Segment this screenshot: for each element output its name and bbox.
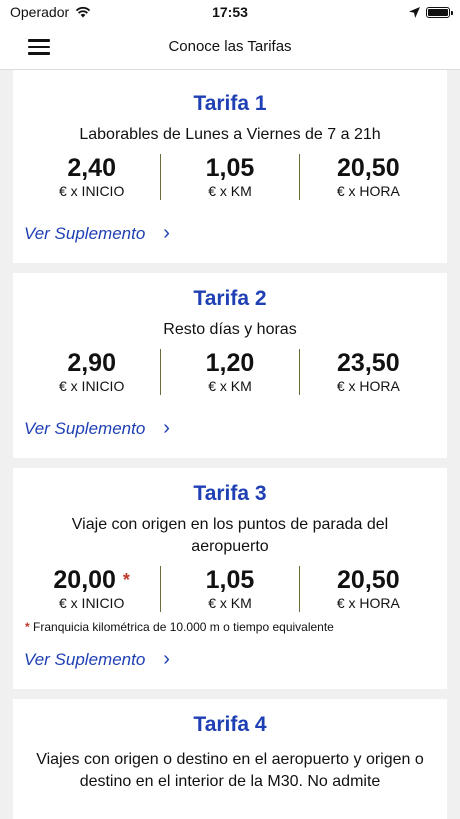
price-unit: € x INICIO: [58, 183, 125, 199]
chevron-right-icon: ›: [163, 648, 170, 670]
price-value-row: 20,00 *: [53, 566, 130, 594]
status-left: Operador: [10, 4, 91, 20]
menu-icon[interactable]: [28, 39, 50, 55]
carrier-label: Operador: [10, 4, 70, 20]
tarifa-card-1: Tarifa 1 Laborables de Lunes a Viernes d…: [13, 70, 447, 263]
ver-suplemento-label: Ver Suplemento: [24, 223, 146, 243]
ver-suplemento-link[interactable]: Ver Suplemento ›: [23, 200, 437, 263]
ver-suplemento-link[interactable]: Ver Suplemento ›: [23, 634, 437, 689]
tarifa-card-2: Tarifa 2 Resto días y horas 2,90 € x INI…: [13, 273, 447, 458]
price-unit: € x INICIO: [58, 595, 125, 611]
tarifa-title: Tarifa 3: [193, 482, 267, 505]
price-value: 20,00: [53, 566, 116, 594]
ver-suplemento-label: Ver Suplemento: [24, 418, 146, 438]
price-row: 2,40 € x INICIO 1,05 € x KM 20,50 € x HO…: [23, 154, 437, 200]
price-hora: 20,50 € x HORA: [298, 566, 437, 612]
battery-icon: [426, 6, 453, 18]
asterisk-marker: *: [122, 570, 130, 590]
note-text: Franquicia kilométrica de 10.000 m o tie…: [33, 620, 334, 634]
status-right: [409, 6, 453, 18]
ver-suplemento-link[interactable]: Ver Suplemento ›: [23, 395, 437, 458]
price-unit: € x HORA: [336, 378, 400, 394]
note-asterisk: *: [25, 620, 30, 634]
tarifa-subtitle: Viaje con origen en los puntos de parada…: [71, 516, 389, 555]
nav-bar: Conoce las Tarifas: [0, 24, 460, 70]
price-inicio: 20,00 * € x INICIO: [23, 566, 160, 612]
chevron-right-icon: ›: [163, 222, 170, 244]
price-value: 2,90: [67, 349, 116, 377]
price-value: 20,50: [337, 566, 400, 594]
status-bar: Operador 17:53: [0, 0, 460, 24]
price-inicio: 2,40 € x INICIO: [23, 154, 160, 200]
chevron-right-icon: ›: [163, 417, 170, 439]
price-unit: € x HORA: [336, 183, 400, 199]
price-km: 1,05 € x KM: [160, 566, 298, 612]
price-value: 1,05: [205, 154, 255, 182]
tarifa-title: Tarifa 1: [193, 92, 267, 115]
location-arrow-icon: [409, 6, 420, 18]
tarifa-subtitle: Viajes con origen o destino en el aeropu…: [36, 751, 424, 790]
price-unit: € x KM: [208, 183, 252, 199]
wifi-icon: [76, 6, 91, 18]
price-km: 1,05 € x KM: [160, 154, 298, 200]
price-inicio: 2,90 € x INICIO: [23, 349, 160, 395]
price-value: 23,50: [337, 349, 400, 377]
price-km: 1,20 € x KM: [160, 349, 298, 395]
tarifa-title: Tarifa 4: [193, 713, 267, 736]
tarifa-title: Tarifa 2: [193, 287, 267, 310]
price-unit: € x KM: [208, 378, 252, 394]
price-value: 20,50: [337, 154, 400, 182]
tarifa-subtitle: Laborables de Lunes a Viernes de 7 a 21h: [79, 126, 381, 143]
price-value: 1,20: [205, 349, 255, 377]
price-unit: € x KM: [208, 595, 252, 611]
price-row: 20,00 * € x INICIO 1,05 € x KM 20,50 € x…: [23, 566, 437, 612]
price-unit: € x HORA: [336, 595, 400, 611]
price-row: 2,90 € x INICIO 1,20 € x KM 23,50 € x HO…: [23, 349, 437, 395]
tarifa-subtitle: Resto días y horas: [163, 321, 297, 338]
price-unit: € x INICIO: [58, 378, 125, 394]
tarifa-card-4: Tarifa 4 Viajes con origen o destino en …: [13, 699, 447, 819]
price-value: 2,40: [67, 154, 116, 182]
price-hora: 20,50 € x HORA: [298, 154, 437, 200]
franquicia-note: * Franquicia kilométrica de 10.000 m o t…: [23, 620, 437, 634]
page-title: Conoce las Tarifas: [168, 38, 292, 55]
price-hora: 23,50 € x HORA: [298, 349, 437, 395]
ver-suplemento-label: Ver Suplemento: [24, 649, 146, 669]
tarifa-card-3: Tarifa 3 Viaje con origen en los puntos …: [13, 468, 447, 689]
tarifas-list: Tarifa 1 Laborables de Lunes a Viernes d…: [0, 70, 460, 819]
price-value: 1,05: [205, 566, 255, 594]
